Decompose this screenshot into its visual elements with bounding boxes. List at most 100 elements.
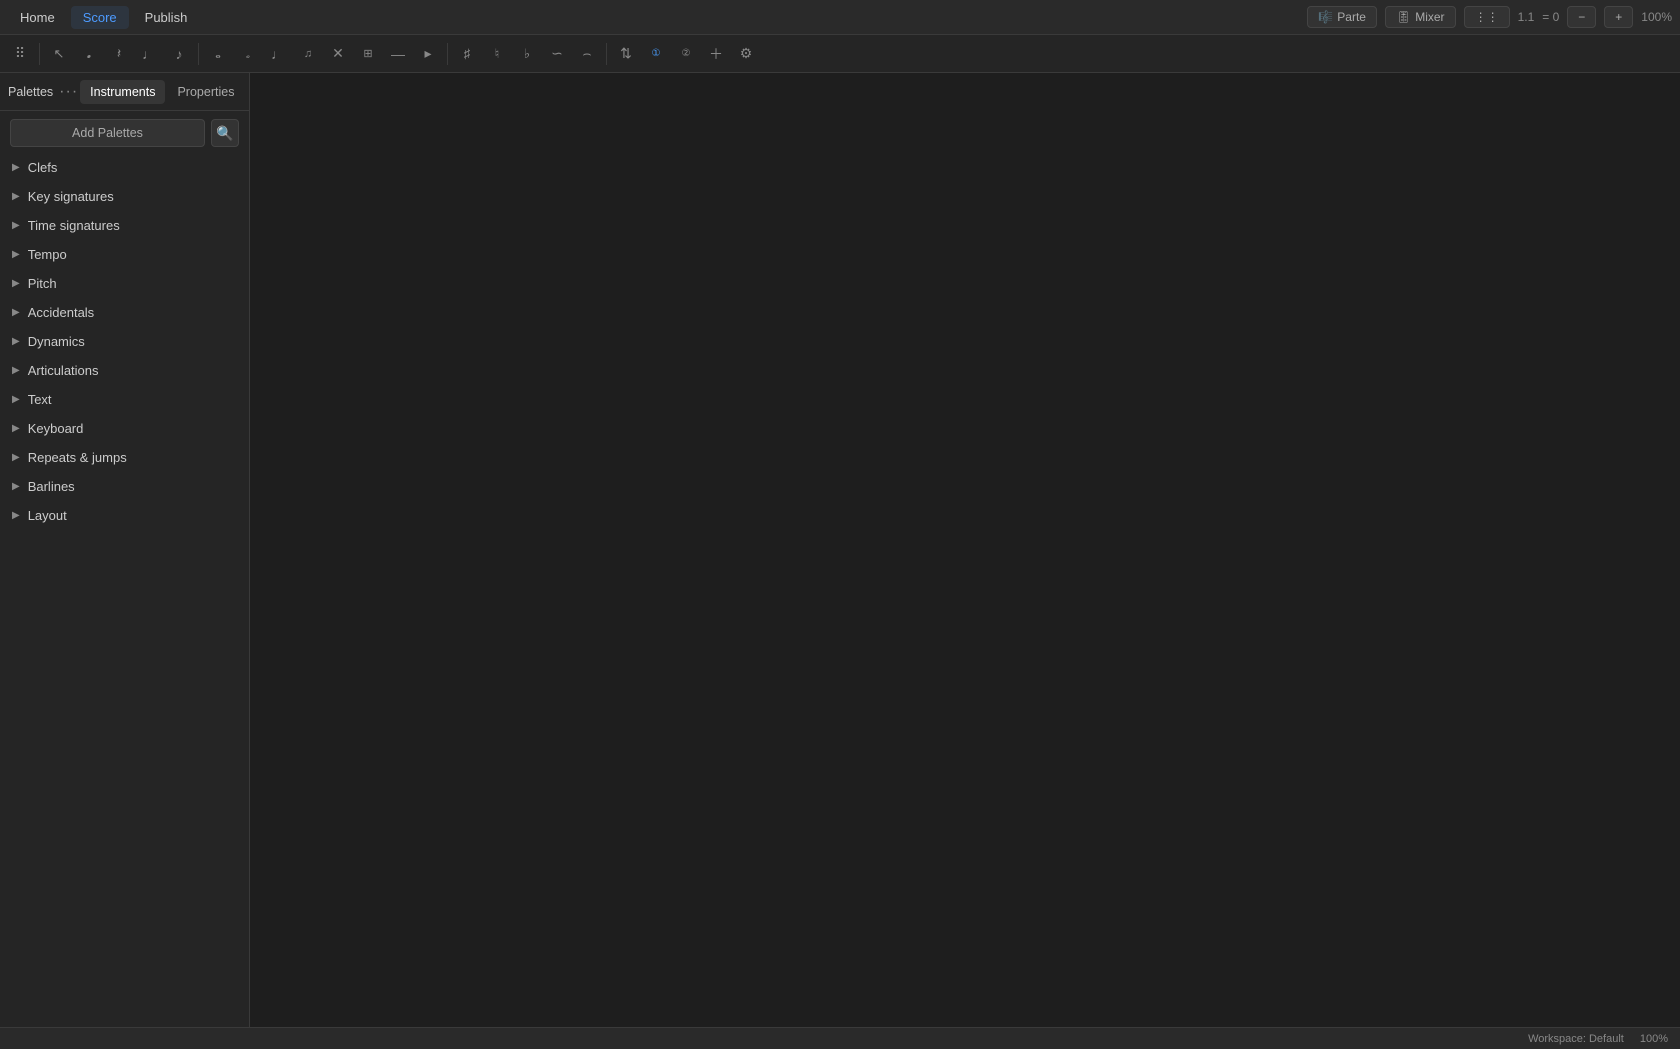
note-dur-4-icon[interactable]: ♫ <box>294 40 322 68</box>
palette-item-time-signatures[interactable]: ▶ Time signatures <box>0 211 249 240</box>
add-palettes-button[interactable]: Add Palettes <box>10 119 205 147</box>
palette-item-tempo[interactable]: ▶ Tempo <box>0 240 249 269</box>
menu-item-publish[interactable]: Publish <box>133 6 200 29</box>
palette-expand-arrow-icon: ▶ <box>12 452 20 463</box>
palette-item-label: Layout <box>28 508 67 523</box>
palette-expand-arrow-icon: ▶ <box>12 307 20 318</box>
add-palettes-row: Add Palettes 🔍 <box>0 111 249 153</box>
palette-expand-arrow-icon: ▶ <box>12 481 20 492</box>
note-dur-7-icon[interactable]: — <box>384 40 412 68</box>
palette-item-label: Articulations <box>28 363 99 378</box>
voice1-icon[interactable]: ① <box>642 40 670 68</box>
note-dur-5-icon[interactable]: ✕ <box>324 40 352 68</box>
search-icon: 🔍 <box>216 125 233 142</box>
sidebar: Palettes ··· Instruments Properties Add … <box>0 73 250 1027</box>
palette-expand-arrow-icon: ▶ <box>12 394 20 405</box>
search-palettes-button[interactable]: 🔍 <box>211 119 239 147</box>
palette-list: ▶ Clefs ▶ Key signatures ▶ Time signatures ▶ Te… <box>0 153 249 1027</box>
palette-item-barlines[interactable]: ▶ Barlines <box>0 472 249 501</box>
note-input-icon[interactable]: 𝅘 <box>75 40 103 68</box>
main-layout: Palettes ··· Instruments Properties Add … <box>0 73 1680 1027</box>
palette-item-label: Keyboard <box>28 421 84 436</box>
note-dur-2-icon[interactable]: 𝅗 <box>234 40 262 68</box>
drag-handle-icon[interactable]: ⠿ <box>6 40 34 68</box>
note-dur-6-icon[interactable]: ⊞ <box>354 40 382 68</box>
voice2-icon[interactable]: ② <box>672 40 700 68</box>
zoom-percent-display: 100% <box>1641 10 1672 24</box>
note-dur-8-icon[interactable]: ▸ <box>414 40 442 68</box>
mixer-button[interactable]: 🎚 Mixer <box>1385 6 1456 28</box>
parte-button[interactable]: 🎼 Parte <box>1307 6 1377 28</box>
toolbar-divider-2 <box>198 43 199 65</box>
palette-expand-arrow-icon: ▶ <box>12 249 20 260</box>
toolbar-divider-4 <box>606 43 607 65</box>
top-menu-bar: Home Score Publish 🎼 Parte 🎚 Mixer ⋮⋮ 1.… <box>0 0 1680 35</box>
plus-icon[interactable]: ＋ <box>702 40 730 68</box>
tab-instruments[interactable]: Instruments <box>80 80 165 104</box>
palette-expand-arrow-icon: ▶ <box>12 510 20 521</box>
zoom-in-button[interactable]: + <box>1604 6 1633 28</box>
settings-gear-icon[interactable]: ⚙ <box>732 40 760 68</box>
score-content-area <box>250 73 1680 1027</box>
palette-expand-arrow-icon: ▶ <box>12 162 20 173</box>
zoom-reset-display: = 0 <box>1542 10 1559 24</box>
rest-icon[interactable]: 𝄽 <box>105 40 133 68</box>
palette-expand-arrow-icon: ▶ <box>12 278 20 289</box>
palette-expand-arrow-icon: ▶ <box>12 365 20 376</box>
palette-item-articulations[interactable]: ▶ Articulations <box>0 356 249 385</box>
slur-icon[interactable]: ⌢ <box>573 40 601 68</box>
palette-item-label: Text <box>28 392 52 407</box>
palette-item-keyboard[interactable]: ▶ Keyboard <box>0 414 249 443</box>
toolbar-divider-1 <box>39 43 40 65</box>
position-display: 1.1 <box>1518 10 1535 24</box>
sidebar-tabs: Palettes ··· Instruments Properties <box>0 73 249 111</box>
palette-item-label: Pitch <box>28 276 57 291</box>
palette-item-text[interactable]: ▶ Text <box>0 385 249 414</box>
zoom-out-button[interactable]: − <box>1567 6 1596 28</box>
parte-label: Parte <box>1337 10 1366 24</box>
palette-expand-arrow-icon: ▶ <box>12 423 20 434</box>
menu-item-score[interactable]: Score <box>71 6 129 29</box>
palette-item-label: Tempo <box>28 247 67 262</box>
palette-item-label: Barlines <box>28 479 75 494</box>
palette-item-label: Repeats & jumps <box>28 450 127 465</box>
cursor-icon[interactable]: ↖ <box>45 40 73 68</box>
palette-item-label: Key signatures <box>28 189 114 204</box>
palette-item-pitch[interactable]: ▶ Pitch <box>0 269 249 298</box>
accidental-natural-icon[interactable]: ♮ <box>483 40 511 68</box>
palettes-menu-button[interactable]: ··· <box>59 81 78 103</box>
palette-item-label: Dynamics <box>28 334 85 349</box>
accidental-sharp-icon[interactable]: ♯ <box>453 40 481 68</box>
palette-item-label: Clefs <box>28 160 58 175</box>
palette-item-clefs[interactable]: ▶ Clefs <box>0 153 249 182</box>
grid-icon-button[interactable]: ⋮⋮ <box>1464 6 1510 28</box>
workspace-label: Workspace: Default <box>1528 1033 1624 1045</box>
toolbar-divider-3 <box>447 43 448 65</box>
tie-icon[interactable]: ∽ <box>543 40 571 68</box>
beam-icon[interactable]: ♩ <box>135 40 163 68</box>
parte-icon: 🎼 <box>1318 10 1333 24</box>
palette-item-dynamics[interactable]: ▶Dynamics <box>0 327 249 356</box>
status-bar: Workspace: Default 100% <box>0 1027 1680 1049</box>
palette-expand-arrow-icon: ▶ <box>12 220 20 231</box>
note-8th-icon[interactable]: ♪ <box>165 40 193 68</box>
mixer-icon: 🎚 <box>1396 10 1411 24</box>
zoom-level-label: 100% <box>1640 1033 1668 1045</box>
palette-item-label: Time signatures <box>28 218 120 233</box>
palette-expand-arrow-icon: ▶ <box>12 191 20 202</box>
toolbar: ⠿ ↖ 𝅘 𝄽 ♩ ♪ 𝅝 𝅗 ♩ ♫ ✕ ⊞ — ▸ ♯ ♮ ♭ ∽ ⌢ ⇅ … <box>0 35 1680 73</box>
palette-item-accidentals[interactable]: ▶ Accidentals <box>0 298 249 327</box>
palettes-heading: Palettes <box>8 85 53 99</box>
palette-item-key-signatures[interactable]: ▶ Key signatures <box>0 182 249 211</box>
palette-item-label: Accidentals <box>28 305 94 320</box>
note-dur-1-icon[interactable]: 𝅝 <box>204 40 232 68</box>
note-dur-3-icon[interactable]: ♩ <box>264 40 292 68</box>
menu-item-home[interactable]: Home <box>8 6 67 29</box>
palette-item-layout[interactable]: ▶ Layout <box>0 501 249 530</box>
palette-item-repeats-jumps[interactable]: ▶ Repeats & jumps <box>0 443 249 472</box>
tab-properties[interactable]: Properties <box>167 80 244 104</box>
mixer-label: Mixer <box>1415 10 1444 24</box>
flip-icon[interactable]: ⇅ <box>612 40 640 68</box>
accidental-flat-icon[interactable]: ♭ <box>513 40 541 68</box>
top-right-controls: 🎼 Parte 🎚 Mixer ⋮⋮ 1.1 = 0 − + 100% <box>1307 6 1672 28</box>
